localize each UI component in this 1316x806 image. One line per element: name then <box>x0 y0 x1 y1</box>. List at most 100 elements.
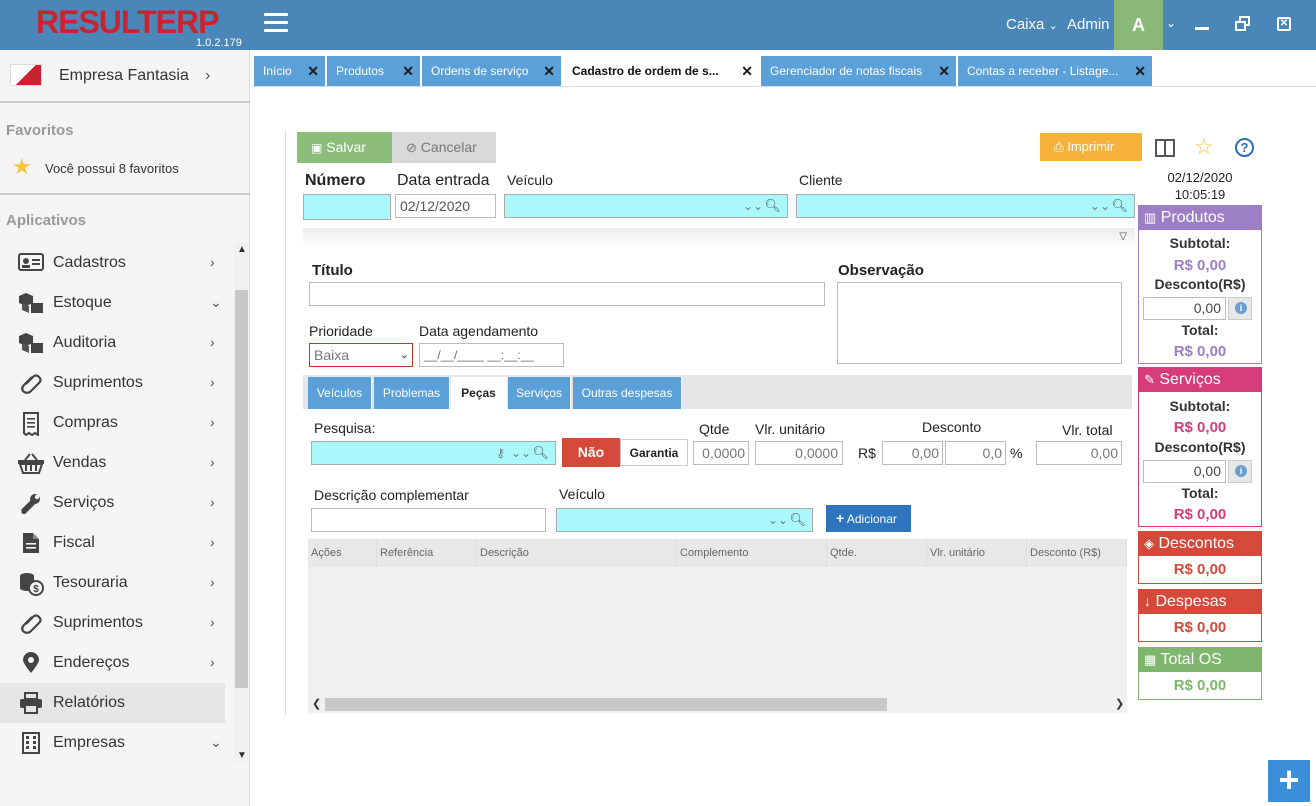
titulo-input[interactable] <box>309 282 825 306</box>
tab-gerenciador-notas[interactable]: Gerenciador de notas fiscais ✕ <box>761 56 957 86</box>
adicionar-button[interactable]: + Adicionar <box>826 505 911 532</box>
scroll-right-icon[interactable]: ❯ <box>1115 697 1124 710</box>
sidebar-item-compras[interactable]: Compras › <box>0 403 234 443</box>
column-header[interactable]: Descrição <box>477 539 677 567</box>
subtab-pecas[interactable]: Peças <box>451 377 507 409</box>
search-icon[interactable]: 🔍︎ <box>532 442 549 464</box>
subtab-servicos[interactable]: Serviços <box>508 377 571 409</box>
info-button[interactable]: i <box>1228 297 1252 320</box>
column-header[interactable]: Complemento <box>677 539 827 567</box>
column-header[interactable]: Vlr. unitário <box>927 539 1027 567</box>
chevron-down-icon[interactable]: ⌄ <box>1166 16 1176 30</box>
sidebar-item-cadastros[interactable]: Cadastros › <box>0 243 234 283</box>
sidebar-item-estoque[interactable]: Estoque ⌄ <box>0 283 234 323</box>
tab-produtos[interactable]: Produtos ✕ <box>327 56 421 86</box>
veiculo-select[interactable]: ⌄⌄ 🔍︎ <box>504 194 788 218</box>
sidebar-item-auditoria[interactable]: Auditoria › <box>0 323 234 363</box>
avatar[interactable]: A <box>1114 0 1163 50</box>
chevrons-down-icon[interactable]: ⌄⌄ <box>768 509 788 531</box>
search-icon[interactable]: 🔍︎ <box>1111 195 1128 217</box>
subtab-outras-despesas[interactable]: Outras despesas <box>573 377 682 409</box>
scroll-left-icon[interactable]: ❮ <box>312 697 321 710</box>
close-tab-icon[interactable]: ✕ <box>1134 56 1146 86</box>
table-scrollbar-thumb[interactable] <box>325 698 887 711</box>
subtab-problemas[interactable]: Problemas <box>374 377 450 409</box>
info-icon: i <box>1235 302 1247 314</box>
sidebar-item-tesouraria[interactable]: $ Tesouraria › <box>0 563 234 603</box>
sidebar-item-suprimentos[interactable]: Suprimentos › <box>0 363 234 403</box>
tab-inicio[interactable]: Início ✕ <box>254 56 326 86</box>
print-button[interactable]: ⎙ Imprimir <box>1040 133 1142 161</box>
search-icon[interactable]: 🔍︎ <box>789 509 806 531</box>
observacao-textarea[interactable] <box>837 282 1122 364</box>
pecas-veiculo-label: Veículo <box>559 486 605 502</box>
vlr-total-input[interactable]: 0,00 <box>1036 441 1122 465</box>
close-window-icon[interactable]: ✕ <box>1274 14 1294 34</box>
close-tab-icon[interactable]: ✕ <box>543 56 555 86</box>
chevrons-down-icon[interactable]: ⌄⌄ <box>1090 195 1110 217</box>
save-button[interactable]: ▣ Salvar <box>297 132 392 163</box>
servicos-desconto-input[interactable]: 0,00 <box>1143 460 1226 483</box>
sidebar-item-suprimentos-2[interactable]: Suprimentos › <box>0 603 234 643</box>
total-os-value: R$ 0,00 <box>1173 677 1227 694</box>
agendamento-input[interactable]: __/__/____ __:__:__ <box>419 343 564 367</box>
sidebar-item-servicos[interactable]: Serviços › <box>0 483 234 523</box>
sidebar-scrollbar-thumb[interactable] <box>235 290 248 688</box>
tab-cadastro-ordem[interactable]: Cadastro de ordem de s... ✕ <box>563 56 760 86</box>
tab-ordens-de-servico[interactable]: Ordens de serviço ✕ <box>422 56 562 86</box>
column-header[interactable]: Qtde. <box>827 539 927 567</box>
pesquisa-input[interactable]: ⚷ ⌄⌄ 🔍︎ <box>311 441 556 465</box>
chevrons-down-icon[interactable]: ⌄⌄ <box>511 442 531 464</box>
minimize-icon[interactable] <box>1192 14 1212 34</box>
sidebar-item-relatorios[interactable]: Relatórios <box>0 683 225 723</box>
add-fab-button[interactable]: + <box>1268 760 1310 802</box>
garantia-toggle[interactable]: Garantia <box>620 439 688 466</box>
vlr-unitario-input[interactable]: 0,0000 <box>755 441 843 465</box>
close-tab-icon[interactable]: ✕ <box>741 56 753 86</box>
search-icon[interactable]: 🔍︎ <box>764 195 781 217</box>
divider <box>0 193 249 195</box>
column-header[interactable]: Ações <box>308 539 377 567</box>
close-tab-icon[interactable]: ✕ <box>307 56 319 86</box>
data-entrada-input[interactable]: 02/12/2020 <box>395 194 496 218</box>
garantia-nao-toggle[interactable]: Não <box>562 438 620 467</box>
sidebar-item-fiscal[interactable]: Fiscal › <box>0 523 234 563</box>
collapse-bar[interactable]: ▽ <box>303 228 1135 248</box>
sidebar-item-vendas[interactable]: Vendas › <box>0 443 234 483</box>
close-tab-icon[interactable]: ✕ <box>938 56 950 86</box>
caixa-menu[interactable]: Caixa ⌄ <box>1006 16 1058 33</box>
scroll-up-icon[interactable]: ▲ <box>237 244 247 255</box>
star-outline-icon[interactable]: ☆ <box>1194 134 1214 160</box>
cancel-button[interactable]: ⊘ Cancelar <box>392 132 496 163</box>
columns-icon[interactable] <box>1155 139 1175 157</box>
printer-icon: ⎙ <box>1054 140 1064 154</box>
info-button[interactable]: i <box>1228 460 1252 483</box>
chevrons-down-icon[interactable]: ⌄⌄ <box>743 195 763 217</box>
chevron-icon: › <box>210 614 215 630</box>
sidebar: Empresa Fantasia › Favoritos ★ Você poss… <box>0 50 250 806</box>
qtde-input[interactable]: 0,0000 <box>693 441 749 465</box>
cliente-select[interactable]: ⌄⌄ 🔍︎ <box>796 194 1135 218</box>
favorites-count[interactable]: Você possui 8 favoritos <box>45 161 179 176</box>
pecas-veiculo-select[interactable]: ⌄⌄ 🔍︎ <box>556 508 813 532</box>
column-header[interactable]: Desconto (R$) <box>1027 539 1127 567</box>
restore-icon[interactable] <box>1233 14 1253 34</box>
produtos-desconto-input[interactable]: 0,00 <box>1143 297 1226 320</box>
tab-contas-receber[interactable]: Contas a receber - Listage... ✕ <box>958 56 1153 86</box>
help-icon[interactable]: ? <box>1235 138 1254 157</box>
subtab-veiculos[interactable]: Veículos <box>308 377 372 409</box>
desc-complementar-input[interactable] <box>311 508 546 532</box>
scroll-down-icon[interactable]: ▼ <box>237 750 247 761</box>
desconto-pct-input[interactable]: 0,0 <box>945 441 1006 465</box>
column-header[interactable]: Referência <box>377 539 477 567</box>
menu-toggle-icon[interactable] <box>264 13 288 35</box>
close-tab-icon[interactable]: ✕ <box>402 56 414 86</box>
sidebar-item-empresas[interactable]: Empresas ⌄ <box>0 723 234 763</box>
desconto-rs-input[interactable]: 0,00 <box>882 441 943 465</box>
numero-input[interactable] <box>303 194 391 220</box>
chevron-down-icon[interactable]: ▽ <box>1119 231 1127 242</box>
sidebar-item-enderecos[interactable]: Endereços › <box>0 643 234 683</box>
key-icon[interactable]: ⚷ <box>496 442 505 464</box>
company-selector[interactable]: Empresa Fantasia › <box>0 50 249 103</box>
prioridade-select[interactable]: Baixa ⌄ <box>309 343 413 367</box>
